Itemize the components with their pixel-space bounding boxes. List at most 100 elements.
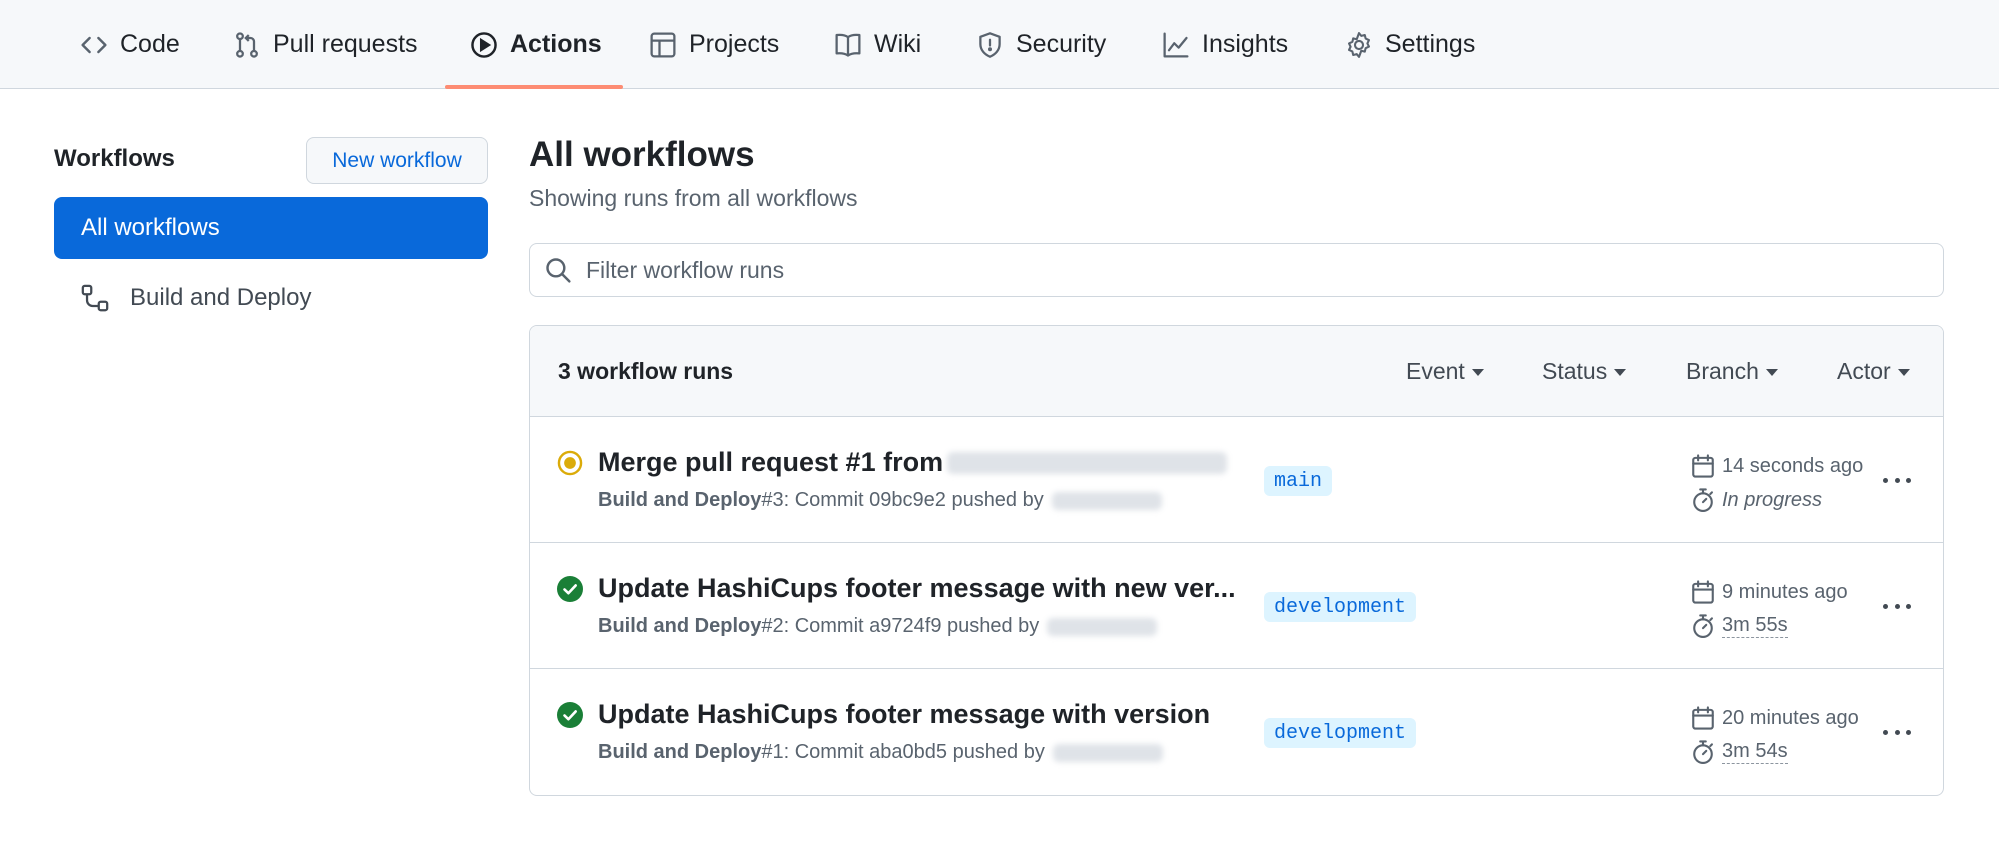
run-meta: Build and Deploy #1: Commit aba0bd5 push… bbox=[598, 741, 1163, 764]
run-workflow-name: Build and Deploy bbox=[598, 741, 762, 763]
calendar-icon bbox=[1692, 706, 1714, 730]
run-time: 9 minutes ago bbox=[1690, 579, 1848, 605]
caret-down-icon bbox=[1765, 369, 1778, 376]
page-title: All workflows bbox=[529, 135, 755, 174]
status-filter-label: Status bbox=[1542, 358, 1608, 384]
tab-label: Projects bbox=[689, 30, 780, 58]
tab-label: Wiki bbox=[874, 30, 922, 58]
workflow-runs-list: 3 workflow runs Event Status Branch Acto… bbox=[529, 325, 1944, 796]
branch-label[interactable]: development bbox=[1264, 592, 1417, 622]
branch-label[interactable]: main bbox=[1264, 466, 1333, 496]
workflow-run-row[interactable]: Update HashiCups footer message with ver… bbox=[530, 669, 1943, 795]
run-meta-text: #1: Commit aba0bd5 pushed by bbox=[761, 741, 1045, 763]
pull-request-icon bbox=[233, 31, 261, 59]
workflow-run-row[interactable]: Update HashiCups footer message with new… bbox=[530, 543, 1943, 669]
run-workflow-name: Build and Deploy bbox=[598, 489, 762, 511]
code-icon bbox=[80, 31, 108, 59]
sidebar-title: Workflows bbox=[54, 145, 175, 172]
sidebar-item-label: Build and Deploy bbox=[130, 284, 312, 311]
run-time: 20 minutes ago bbox=[1690, 705, 1859, 731]
page-subtitle: Showing runs from all workflows bbox=[529, 185, 858, 211]
search-icon bbox=[546, 258, 571, 283]
success-check-icon bbox=[557, 576, 583, 602]
run-duration: In progress bbox=[1690, 487, 1822, 513]
tab-wiki[interactable]: Wiki bbox=[834, 0, 921, 89]
calendar-icon bbox=[1692, 580, 1714, 604]
branch-filter-label: Branch bbox=[1686, 358, 1759, 384]
status-filter[interactable]: Status bbox=[1542, 358, 1627, 385]
book-icon bbox=[834, 31, 862, 59]
workflow-run-row[interactable]: Merge pull request #1 from Build and Dep… bbox=[530, 417, 1943, 543]
run-more-options-icon[interactable] bbox=[1880, 719, 1914, 745]
repo-nav: Code Pull requests Actions Projects Wiki… bbox=[0, 0, 1999, 89]
run-duration-text: 3m 55s bbox=[1722, 614, 1788, 638]
tab-label: Insights bbox=[1202, 30, 1289, 58]
table-icon bbox=[649, 31, 677, 59]
shield-icon bbox=[976, 31, 1004, 59]
runs-header: 3 workflow runs Event Status Branch Acto… bbox=[530, 326, 1943, 417]
run-workflow-name: Build and Deploy bbox=[598, 615, 762, 637]
run-title-text: Merge pull request #1 from bbox=[598, 447, 944, 477]
stopwatch-icon bbox=[1693, 614, 1713, 638]
tab-insights[interactable]: Insights bbox=[1162, 0, 1288, 89]
run-time-text: 14 seconds ago bbox=[1722, 454, 1864, 477]
run-meta: Build and Deploy #2: Commit a9724f9 push… bbox=[598, 615, 1158, 638]
run-duration-text: In progress bbox=[1722, 488, 1823, 511]
gear-icon bbox=[1345, 31, 1373, 59]
stopwatch-icon bbox=[1693, 488, 1713, 512]
in-progress-icon bbox=[557, 450, 583, 476]
run-more-options-icon[interactable] bbox=[1880, 593, 1914, 619]
run-duration: 3m 54s bbox=[1690, 739, 1788, 765]
caret-down-icon bbox=[1897, 369, 1910, 376]
run-time-text: 20 minutes ago bbox=[1722, 706, 1859, 729]
run-time-text: 9 minutes ago bbox=[1722, 580, 1848, 603]
sidebar-item-build-and-deploy[interactable]: Build and Deploy bbox=[80, 280, 311, 316]
actor-filter-label: Actor bbox=[1837, 358, 1891, 384]
actor-filter[interactable]: Actor bbox=[1837, 358, 1910, 385]
caret-down-icon bbox=[1614, 369, 1627, 376]
calendar-icon bbox=[1692, 454, 1714, 478]
runs-count: 3 workflow runs bbox=[558, 358, 734, 384]
stopwatch-icon bbox=[1693, 740, 1713, 764]
redacted-username bbox=[1047, 617, 1158, 636]
run-title[interactable]: Update HashiCups footer message with ver… bbox=[598, 699, 1210, 730]
tab-label: Pull requests bbox=[273, 30, 418, 58]
run-meta-text: #3: Commit 09bc9e2 pushed by bbox=[761, 489, 1044, 511]
graph-icon bbox=[1162, 31, 1190, 59]
run-meta: Build and Deploy #3: Commit 09bc9e2 push… bbox=[598, 489, 1162, 512]
new-workflow-button[interactable]: New workflow bbox=[306, 137, 488, 184]
active-tab-underline bbox=[445, 85, 623, 89]
branch-filter[interactable]: Branch bbox=[1686, 358, 1778, 385]
event-filter-label: Event bbox=[1406, 358, 1465, 384]
tab-pull-requests[interactable]: Pull requests bbox=[233, 0, 418, 89]
tab-label: Code bbox=[120, 30, 180, 58]
tab-label: Settings bbox=[1385, 30, 1476, 58]
event-filter[interactable]: Event bbox=[1406, 358, 1484, 385]
tab-actions[interactable]: Actions bbox=[470, 0, 602, 89]
caret-down-icon bbox=[1471, 369, 1484, 376]
tab-projects[interactable]: Projects bbox=[649, 0, 779, 89]
redacted-username bbox=[1052, 743, 1163, 762]
redacted-username bbox=[1051, 491, 1162, 510]
run-title-text: Update HashiCups footer message with new… bbox=[598, 573, 1236, 603]
workflow-icon bbox=[81, 284, 109, 312]
filter-workflow-runs[interactable] bbox=[529, 243, 1944, 297]
tab-settings[interactable]: Settings bbox=[1345, 0, 1475, 89]
tab-code[interactable]: Code bbox=[80, 0, 180, 89]
run-duration-text: 3m 54s bbox=[1722, 740, 1788, 764]
run-meta-text: #2: Commit a9724f9 pushed by bbox=[761, 615, 1040, 637]
play-icon bbox=[470, 31, 498, 59]
tab-label: Security bbox=[1016, 30, 1107, 58]
success-check-icon bbox=[557, 702, 583, 728]
run-title-text: Update HashiCups footer message with ver… bbox=[598, 699, 1211, 729]
run-more-options-icon[interactable] bbox=[1880, 467, 1914, 493]
sidebar-item-all-workflows[interactable]: All workflows bbox=[54, 197, 488, 259]
filter-input[interactable] bbox=[586, 256, 1886, 284]
run-duration: 3m 55s bbox=[1690, 613, 1788, 639]
run-time: 14 seconds ago bbox=[1690, 453, 1863, 479]
run-title[interactable]: Merge pull request #1 from bbox=[598, 447, 1228, 478]
run-title[interactable]: Update HashiCups footer message with new… bbox=[598, 573, 1236, 604]
tab-security[interactable]: Security bbox=[976, 0, 1106, 89]
tab-label: Actions bbox=[510, 30, 602, 58]
branch-label[interactable]: development bbox=[1264, 718, 1417, 748]
